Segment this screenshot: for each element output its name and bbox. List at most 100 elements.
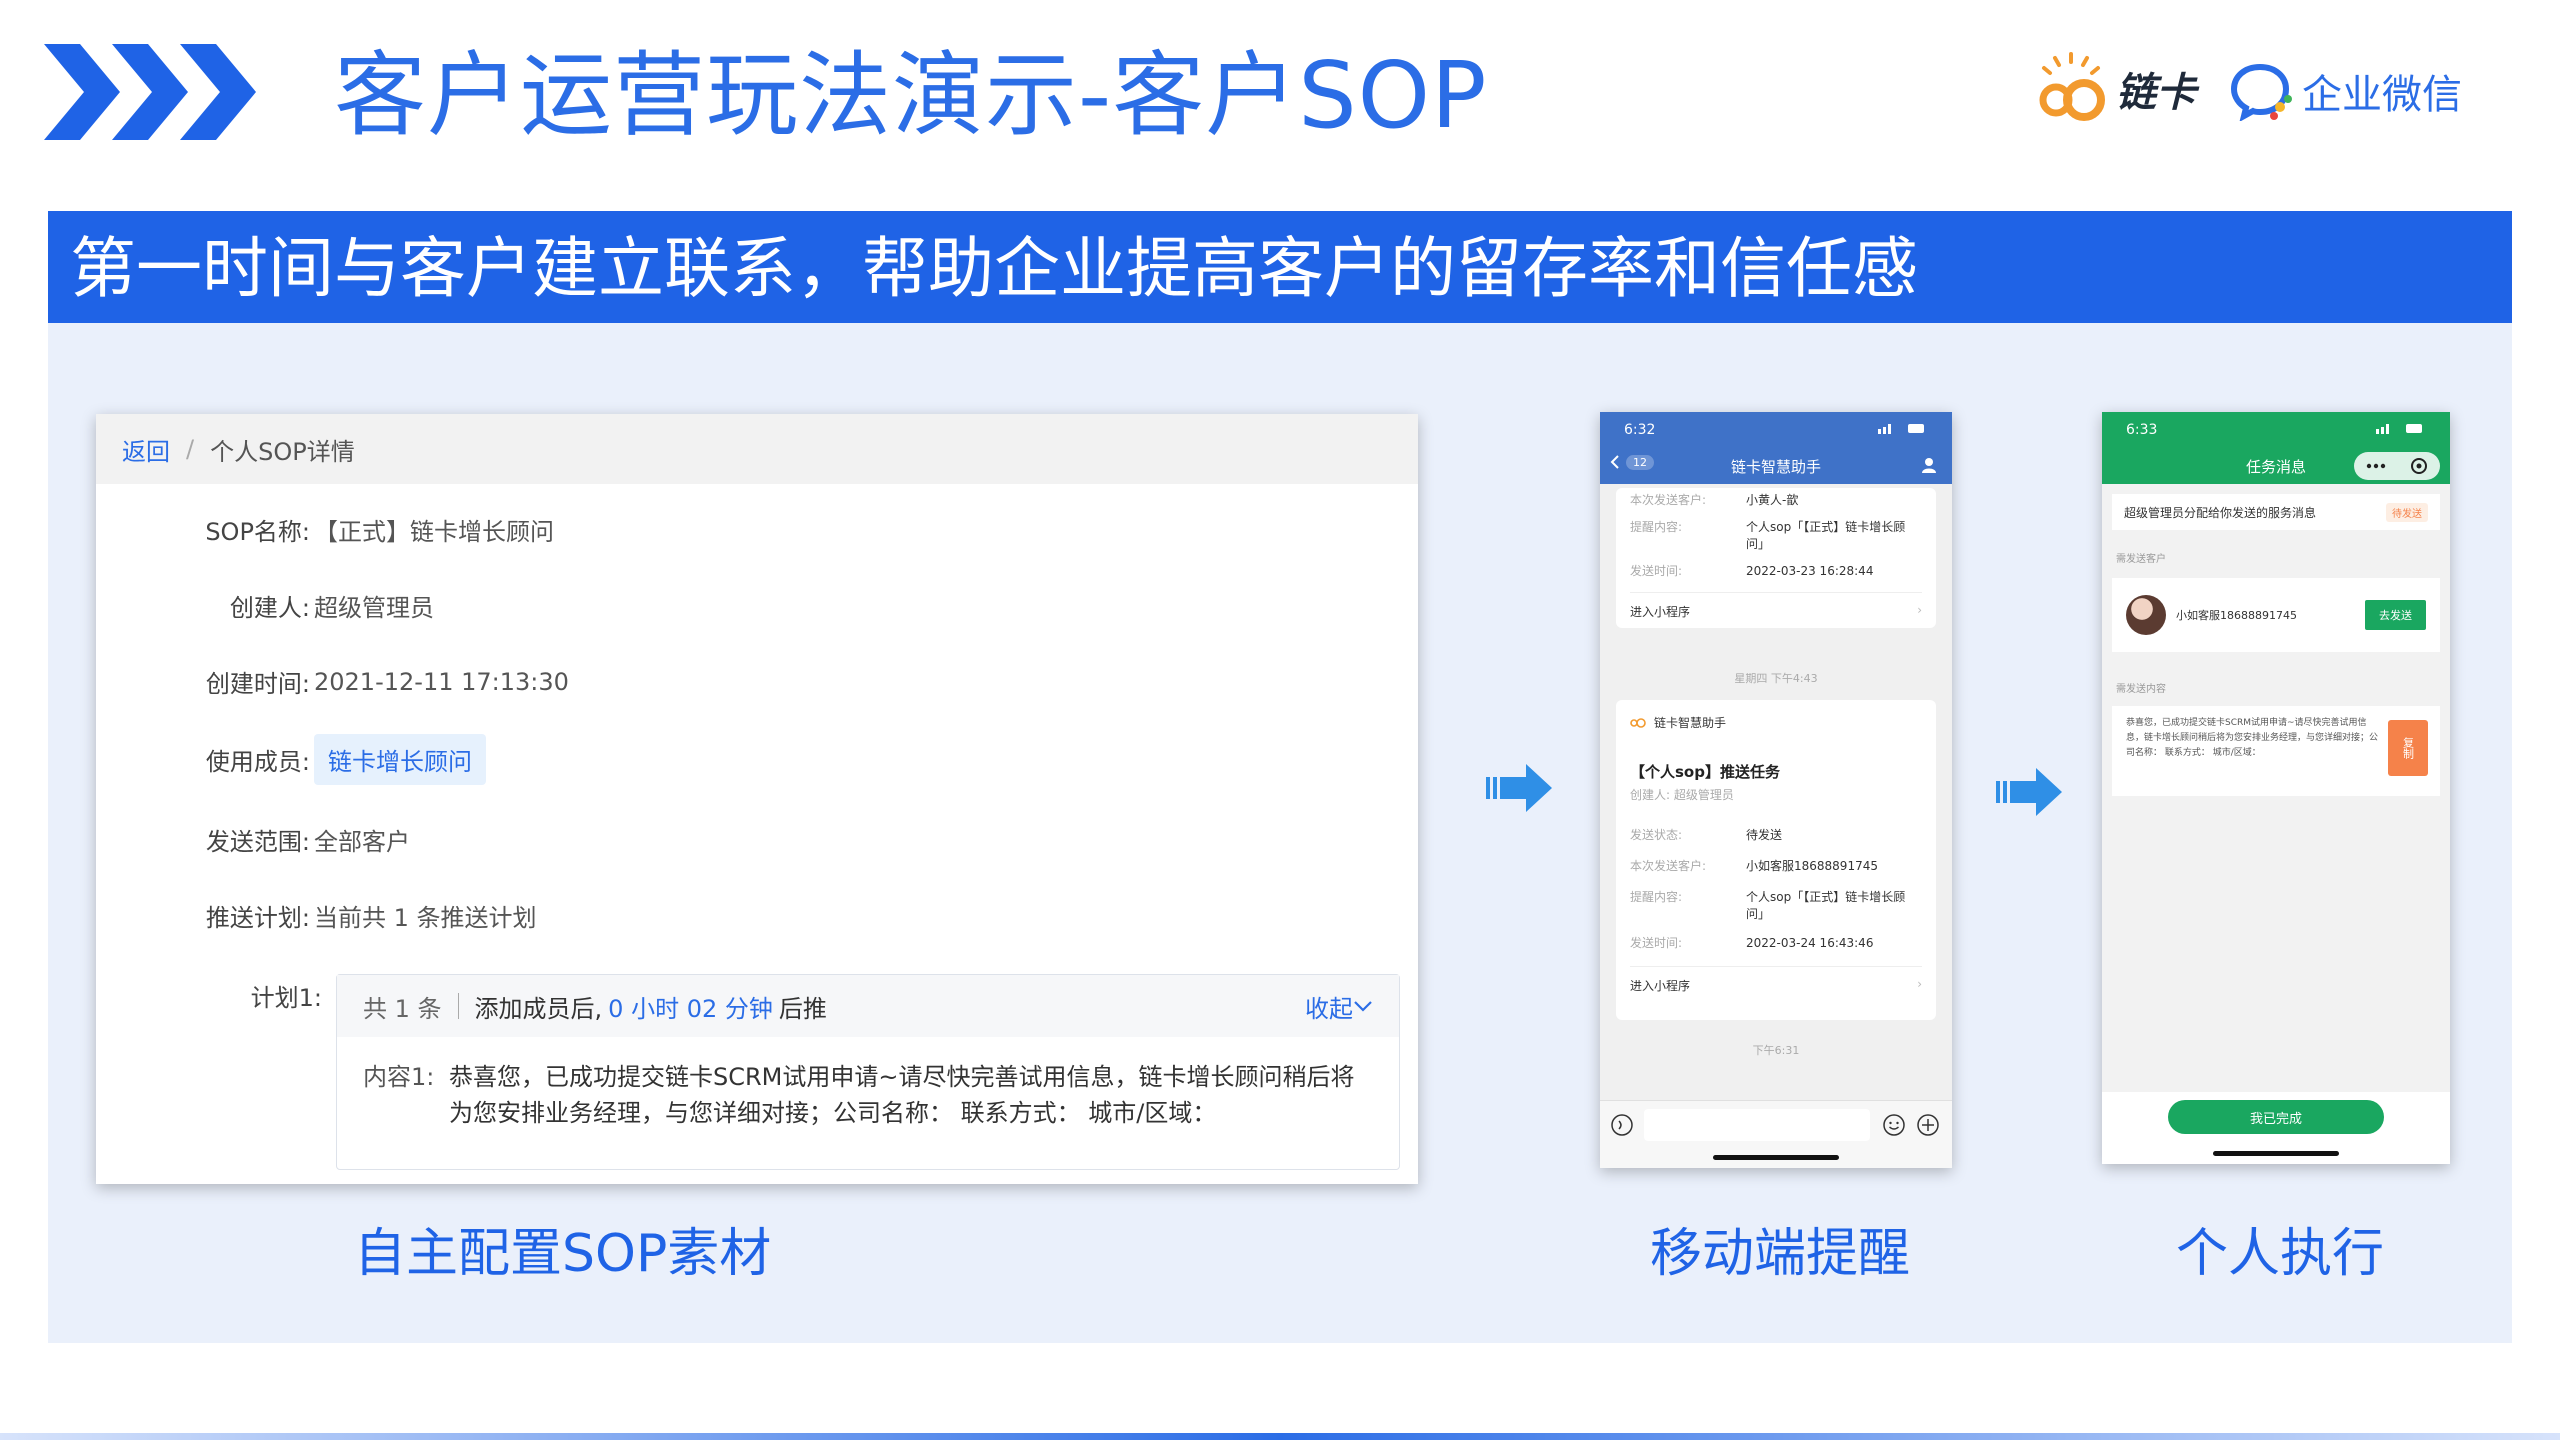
kv-value: 2022-03-23 16:28:44: [1746, 564, 1874, 578]
close-miniprogram-icon[interactable]: [2410, 457, 2428, 475]
field-creator: 创建人: 超级管理员: [96, 588, 1418, 623]
phone-execute-screen: 6:33 任务消息 超级管理员分配给你发送的服务消息 待发送 需发送客户 小如客…: [2102, 412, 2450, 1164]
phone-header: 6:33 任务消息: [2102, 412, 2450, 484]
field-members: 使用成员: 链卡增长顾问: [96, 734, 1418, 785]
status-icons: [1878, 422, 1928, 438]
bottom-bar: 我已完成: [2102, 1092, 2450, 1164]
task-creator: 创建人: 超级管理员: [1630, 788, 1734, 802]
back-link[interactable]: 返回: [122, 432, 170, 467]
plan-box: 共 1 条 添加成员后, 0 小时 02 分钟 后推 收起 内容1: 恭喜您，已…: [336, 974, 1400, 1170]
signal-battery-icon: [2376, 424, 2422, 434]
field-label: 发送范围:: [205, 828, 310, 856]
sender-row: 链卡智慧助手: [1630, 714, 1922, 731]
customer-row: 小如客服18688891745 去发送: [2112, 578, 2440, 652]
field-value: 超级管理员: [314, 594, 434, 622]
chevrons-decoration-icon: [44, 44, 256, 140]
field-created-time: 创建时间: 2021-12-11 17:13:30: [96, 664, 1418, 699]
message-input[interactable]: [1644, 1109, 1870, 1141]
kv-row: 本次发送客户: 小黄人-歆: [1630, 492, 1922, 509]
lianka-logo-text: 链卡: [2116, 70, 2196, 116]
voice-icon[interactable]: [1610, 1113, 1634, 1137]
wecom-logo-icon: [2230, 63, 2292, 121]
status-icons: [2376, 422, 2426, 438]
field-sop-name: SOP名称: 【正式】链卡增长顾问: [96, 512, 1418, 547]
sender-name: 链卡智慧助手: [1654, 716, 1727, 730]
field-label: 创建人:: [229, 594, 310, 622]
breadcrumb: 返回 / 个人SOP详情: [96, 414, 1418, 484]
phone-header: 6:32 12 链卡智慧助手: [1600, 412, 1952, 484]
emoji-icon[interactable]: [1882, 1113, 1906, 1137]
status-time: 6:33: [2126, 422, 2158, 438]
capsule-menu[interactable]: [2354, 452, 2440, 480]
status-bar: 6:33: [2102, 412, 2450, 448]
content-text: 恭喜您，已成功提交链卡SCRM试用申请~请尽快完善试用信息，链卡增长顾问稍后将为…: [2126, 718, 2379, 758]
send-button[interactable]: 去发送: [2365, 600, 2426, 630]
arrow-right-icon: [1996, 768, 2062, 816]
kv-value: 小如客服18688891745: [1746, 859, 1878, 873]
collapse-button[interactable]: 收起: [1305, 989, 1373, 1024]
field-send-scope: 发送范围: 全部客户: [96, 822, 1418, 857]
field-value: 全部客户: [314, 828, 410, 856]
link-label: 进入小程序: [1630, 605, 1691, 619]
wecom-logo-text: 企业微信: [2302, 72, 2462, 118]
home-indicator: [2213, 1151, 2339, 1156]
page-title: 客户运营玩法演示-客户SOP: [334, 42, 1488, 149]
nav-title: 链卡智慧助手: [1730, 457, 1821, 476]
kv-key: 发送状态:: [1630, 828, 1683, 842]
kv-value: 待发送: [1746, 828, 1783, 842]
member-tag[interactable]: 链卡增长顾问: [314, 734, 486, 785]
profile-icon[interactable]: [1920, 456, 1938, 474]
kv-row: 发送时间: 2022-03-23 16:28:44: [1630, 563, 1922, 580]
plan-label: 计划1:: [250, 984, 322, 1012]
kv-value: 2022-03-24 16:43:46: [1746, 936, 1874, 950]
link-label: 进入小程序: [1630, 979, 1691, 993]
signal-battery-icon: [1878, 424, 1924, 434]
caption-execute: 个人执行: [2176, 1224, 2385, 1284]
avatar: [2126, 595, 2166, 635]
breadcrumb-separator: /: [186, 435, 195, 463]
chevron-right-icon: ›: [1917, 603, 1922, 617]
caption-reminder: 移动端提醒: [1650, 1224, 1911, 1284]
notice-text: 超级管理员分配给你发送的服务消息: [2124, 505, 2317, 520]
chevron-left-icon: [1610, 455, 1619, 469]
section-label: 需发送客户: [2116, 554, 2166, 565]
service-notice: 超级管理员分配给你发送的服务消息 待发送: [2112, 494, 2440, 530]
field-label: SOP名称:: [205, 518, 310, 546]
plan-content: 内容1: 恭喜您，已成功提交链卡SCRM试用申请~请尽快完善试用信息，链卡增长顾…: [337, 1037, 1399, 1153]
field-push-plan: 推送计划: 当前共 1 条推送计划: [96, 898, 1418, 933]
caption-configure: 自主配置SOP素材: [354, 1224, 772, 1284]
section-label: 需发送内容: [2116, 684, 2166, 695]
nav-bar: 任务消息: [2102, 448, 2450, 484]
open-miniprogram-link[interactable]: 进入小程序 ›: [1630, 966, 1922, 994]
kv-row: 提醒内容: 个人sop「【正式】链卡增长顾问」: [1630, 519, 1922, 553]
copy-button[interactable]: 复制: [2388, 720, 2428, 776]
nav-bar: 12 链卡智慧助手: [1600, 448, 1952, 484]
task-title: 【个人sop】推送任务: [1630, 763, 1780, 781]
breadcrumb-current: 个人SOP详情: [210, 437, 355, 466]
plan-trigger-suffix: 后推: [778, 994, 827, 1023]
chevron-right-icon: ›: [1917, 977, 1922, 991]
kv-row: 提醒内容: 个人sop「【正式】链卡增长顾问」: [1630, 889, 1922, 923]
done-button[interactable]: 我已完成: [2168, 1100, 2384, 1134]
message-card: 本次发送客户: 小黄人-歆 提醒内容: 个人sop「【正式】链卡增长顾问」 发送时间…: [1616, 488, 1936, 628]
plus-icon[interactable]: [1916, 1113, 1940, 1137]
open-miniprogram-link[interactable]: 进入小程序 ›: [1630, 592, 1922, 620]
phone-reminder-screen: 6:32 12 链卡智慧助手 本次发送客户: 小黄人-歆 提醒内容: 个人sop「【…: [1600, 412, 1952, 1168]
back-button[interactable]: 12: [1610, 454, 1654, 470]
more-icon[interactable]: [2366, 463, 2386, 469]
kv-row: 发送状态: 待发送: [1630, 827, 1922, 844]
lianka-logo: 链卡: [2030, 44, 2205, 134]
field-value: 2021-12-11 17:13:30: [314, 667, 569, 696]
sop-detail-card: 返回 / 个人SOP详情 SOP名称: 【正式】链卡增长顾问 创建人: 超级管理…: [96, 414, 1418, 1184]
plan-divider: [457, 993, 459, 1019]
field-label: 使用成员:: [205, 748, 310, 776]
kv-key: 本次发送客户:: [1630, 859, 1707, 873]
field-label: 创建时间:: [205, 670, 310, 698]
wecom-logo: 企业微信: [2230, 56, 2470, 126]
kv-value: 小黄人-歆: [1746, 493, 1799, 507]
kv-row: 发送时间: 2022-03-24 16:43:46: [1630, 935, 1922, 952]
status-bar: 6:32: [1600, 412, 1952, 448]
plan-trigger-time: 0 小时 02 分钟: [608, 994, 773, 1023]
plan-header: 共 1 条 添加成员后, 0 小时 02 分钟 后推 收起: [337, 975, 1399, 1037]
kv-key: 本次发送客户:: [1630, 493, 1707, 507]
